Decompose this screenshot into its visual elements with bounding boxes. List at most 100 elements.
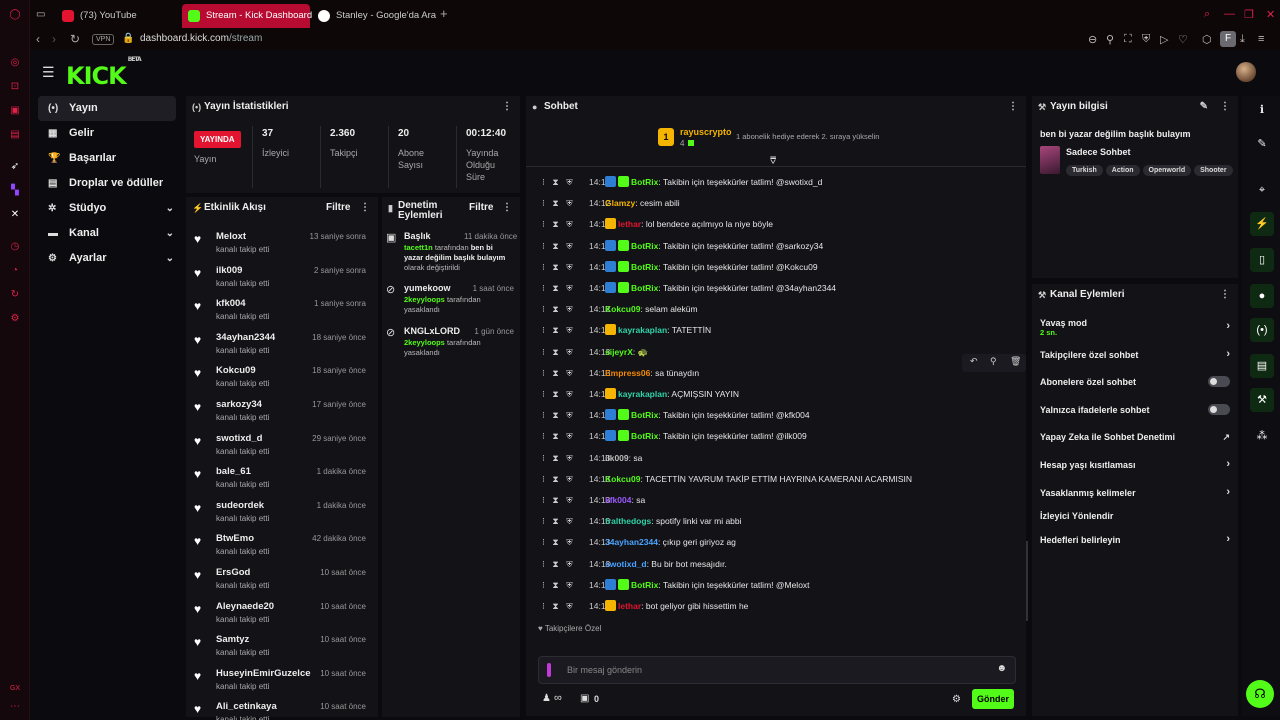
message-user[interactable]: Glamzy bbox=[605, 198, 635, 208]
chat-message[interactable]: ⁝ ⧗ ⛨ 14:12 Glamzy: cesim abili bbox=[542, 193, 1012, 213]
chat-scrollbar[interactable] bbox=[1026, 541, 1028, 621]
ban-shield-icon[interactable]: ⛨ bbox=[566, 537, 572, 547]
forward-icon[interactable]: › bbox=[52, 32, 56, 46]
opera-logo-icon[interactable]: ◯ bbox=[8, 8, 22, 22]
history-icon[interactable]: ◷ bbox=[8, 240, 22, 254]
hamburger-menu-icon[interactable]: ☰ bbox=[42, 64, 55, 81]
message-user[interactable]: kayrakaplan bbox=[618, 389, 667, 399]
drag-handle-icon[interactable]: ⁝ bbox=[542, 601, 545, 611]
ban-shield-icon[interactable]: ⛨ bbox=[566, 219, 572, 229]
activity-item[interactable]: ♥ ilk009 kanalı takip etti 2 saniye sonra bbox=[192, 261, 370, 294]
timeout-icon[interactable]: ⧗ bbox=[552, 537, 558, 547]
activity-item[interactable]: ♥ Meloxt kanalı takip etti 13 saniye sonra bbox=[192, 227, 370, 260]
subscribers-only-toggle[interactable] bbox=[1208, 376, 1230, 387]
chat-message[interactable]: ⁝ ⧗ ⛨ 14:12 Kokcu09: selam aleküm bbox=[542, 299, 1012, 319]
chat-message[interactable]: ⁝ ⧗ ⛨ 14:13 BotRix: Takibin için teşekkürl… bbox=[542, 426, 1012, 446]
category-thumbnail[interactable] bbox=[1040, 146, 1060, 174]
activity-item[interactable]: ♥ sarkozy34 kanalı takip etti 17 saniye önc… bbox=[192, 395, 370, 428]
message-user[interactable]: BotRix bbox=[631, 241, 658, 251]
activity-item[interactable]: ♥ ErsGod kanalı takip etti 10 saat önce bbox=[192, 563, 370, 596]
drag-handle-icon[interactable]: ⁝ bbox=[542, 495, 545, 505]
tab-overview-icon[interactable]: ▭ bbox=[36, 9, 45, 20]
filter-button[interactable]: Filtre bbox=[326, 197, 350, 219]
timeout-icon[interactable]: ⧗ bbox=[552, 283, 558, 293]
message-user[interactable]: lethar bbox=[618, 219, 641, 229]
message-user[interactable]: lethar bbox=[618, 601, 641, 611]
message-user[interactable]: BotRix bbox=[631, 410, 658, 420]
send-button[interactable]: Gönder bbox=[972, 689, 1014, 709]
drag-handle-icon[interactable]: ⁝ bbox=[542, 474, 545, 484]
chat-message[interactable]: ⁝ ⧗ ⛨ 14:13 Empress06: sa tünaydın bbox=[542, 363, 1012, 383]
messenger-icon[interactable]: ➶ bbox=[8, 160, 22, 174]
close-icon[interactable]: ✕ bbox=[1266, 8, 1275, 21]
minimize-icon[interactable]: — bbox=[1224, 8, 1235, 20]
drag-handle-icon[interactable]: ⁝ bbox=[542, 325, 545, 335]
more-icon[interactable]: ⋯ bbox=[8, 700, 22, 714]
drag-handle-icon[interactable]: ⁝ bbox=[542, 516, 545, 526]
filter-button[interactable]: Filtre bbox=[469, 203, 493, 213]
timeout-icon[interactable]: ⧗ bbox=[552, 453, 558, 463]
message-user[interactable]: BotRix bbox=[631, 431, 658, 441]
ban-shield-icon[interactable]: ⛨ bbox=[566, 325, 572, 335]
message-user[interactable]: swotixd_d bbox=[605, 559, 647, 569]
ban-shield-icon[interactable]: ⛨ bbox=[566, 241, 572, 251]
bolt-icon[interactable]: ⚡ bbox=[1250, 212, 1274, 236]
add-widget-icon[interactable]: ⁂ bbox=[1250, 424, 1274, 448]
info-icon[interactable]: ℹ bbox=[1250, 98, 1274, 122]
settings-sidebar-icon[interactable]: ⚙ bbox=[8, 312, 22, 326]
drag-handle-icon[interactable]: ⁝ bbox=[542, 410, 545, 420]
ban-shield-icon[interactable]: ⛨ bbox=[566, 389, 572, 399]
nav-item-channel[interactable]: ▬ Kanal ⌄ bbox=[38, 221, 182, 246]
drag-handle-icon[interactable]: ⁝ bbox=[542, 347, 545, 357]
nav-item-achievements[interactable]: 🏆 Başarılar bbox=[38, 146, 182, 171]
host-row[interactable]: İzleyici Yönlendir bbox=[1040, 511, 1236, 521]
timeout-icon[interactable]: ⧗ bbox=[552, 219, 558, 229]
lock-icon[interactable]: 🔒 bbox=[122, 33, 134, 44]
message-user[interactable]: BotRix bbox=[631, 283, 658, 293]
ban-shield-icon[interactable]: ⛨ bbox=[566, 431, 572, 441]
nav-item-studio[interactable]: ✲ Stüdyo ⌄ bbox=[38, 196, 182, 221]
ban-shield-icon[interactable]: ⛨ bbox=[566, 304, 572, 314]
list-icon[interactable]: ▤ bbox=[1250, 354, 1274, 378]
drag-handle-icon[interactable]: ⁝ bbox=[542, 537, 545, 547]
chat-message[interactable]: ⁝ ⧗ ⛨ 14:12 lethar: lol bendece açılmıyo l… bbox=[542, 214, 1012, 234]
kebab-menu-icon[interactable]: ⋮ bbox=[1008, 96, 1018, 118]
kick-logo[interactable]: KICKBETA bbox=[66, 56, 142, 90]
kebab-menu-icon[interactable]: ⋮ bbox=[360, 197, 370, 219]
wrench-icon[interactable]: ⚒ bbox=[1250, 388, 1274, 412]
activity-item[interactable]: ♥ sudeordek kanalı takip etti 1 dakika önce bbox=[192, 496, 370, 529]
reply-icon[interactable]: ↶ bbox=[970, 356, 978, 367]
followers-only-row[interactable]: Takipçilere özel sohbet › bbox=[1040, 348, 1236, 360]
download-icon[interactable]: ⤓ bbox=[1240, 33, 1245, 46]
ban-shield-icon[interactable]: ⛨ bbox=[566, 368, 572, 378]
chat-message[interactable]: ⁝ ⧗ ⛨ 14:13 fralthedogs: spotify linki var… bbox=[542, 511, 1012, 531]
zoom-icon[interactable]: ⊖ bbox=[1088, 33, 1097, 46]
moderation-item[interactable]: ⊘ yumekoow 1 saat önce 2keyyloops tarafı… bbox=[386, 283, 514, 319]
shield-icon[interactable]: ⛨ bbox=[1142, 33, 1150, 46]
chat-message[interactable]: ⁝ ⧗ ⛨ 14:13 kfk004: sa bbox=[542, 490, 1012, 510]
drag-handle-icon[interactable]: ⁝ bbox=[542, 431, 545, 441]
category-name[interactable]: Sadece Sohbet bbox=[1066, 147, 1131, 157]
timeout-icon[interactable]: ⧗ bbox=[552, 495, 558, 505]
scan-icon[interactable]: ⌖ bbox=[1250, 178, 1274, 202]
pin-message-icon[interactable]: ⚲ bbox=[990, 356, 997, 367]
moderation-item[interactable]: ▣ Başlık 11 dakika önce tacett1n tarafın… bbox=[386, 231, 517, 279]
drag-handle-icon[interactable]: ⁝ bbox=[542, 177, 545, 187]
message-user[interactable]: Kokcu09 bbox=[605, 474, 640, 484]
timeout-icon[interactable]: ⧗ bbox=[552, 580, 558, 590]
url-field[interactable]: dashboard.kick.com/stream bbox=[140, 33, 262, 44]
refresh-icon[interactable]: ↻ bbox=[8, 288, 22, 302]
tag-pill[interactable]: Openworld bbox=[1142, 165, 1192, 176]
banned-words-row[interactable]: Yasaklanmış kelimeler › bbox=[1040, 486, 1236, 498]
play-icon[interactable]: ▷ bbox=[1160, 33, 1168, 46]
message-user[interactable]: kayrakaplan bbox=[618, 325, 667, 335]
twitch-icon[interactable]: ▚ bbox=[8, 184, 22, 198]
activity-item[interactable]: ♥ 34ayhan2344 kanalı takip etti 18 saniye ö… bbox=[192, 328, 370, 361]
chat-message[interactable]: ⁝ ⧗ ⛨ 14:13 sijeyrX: 🐢 bbox=[542, 342, 1012, 362]
ban-shield-icon[interactable]: ⛨ bbox=[566, 177, 572, 187]
kebab-menu-icon[interactable]: ⋮ bbox=[1220, 284, 1230, 306]
message-user[interactable]: sijeyrX bbox=[605, 347, 633, 357]
drag-handle-icon[interactable]: ⁝ bbox=[542, 559, 545, 569]
tab-kick-dashboard[interactable]: Stream - Kick Dashboard bbox=[182, 4, 312, 28]
tag-pill[interactable]: Shooter bbox=[1194, 165, 1233, 176]
